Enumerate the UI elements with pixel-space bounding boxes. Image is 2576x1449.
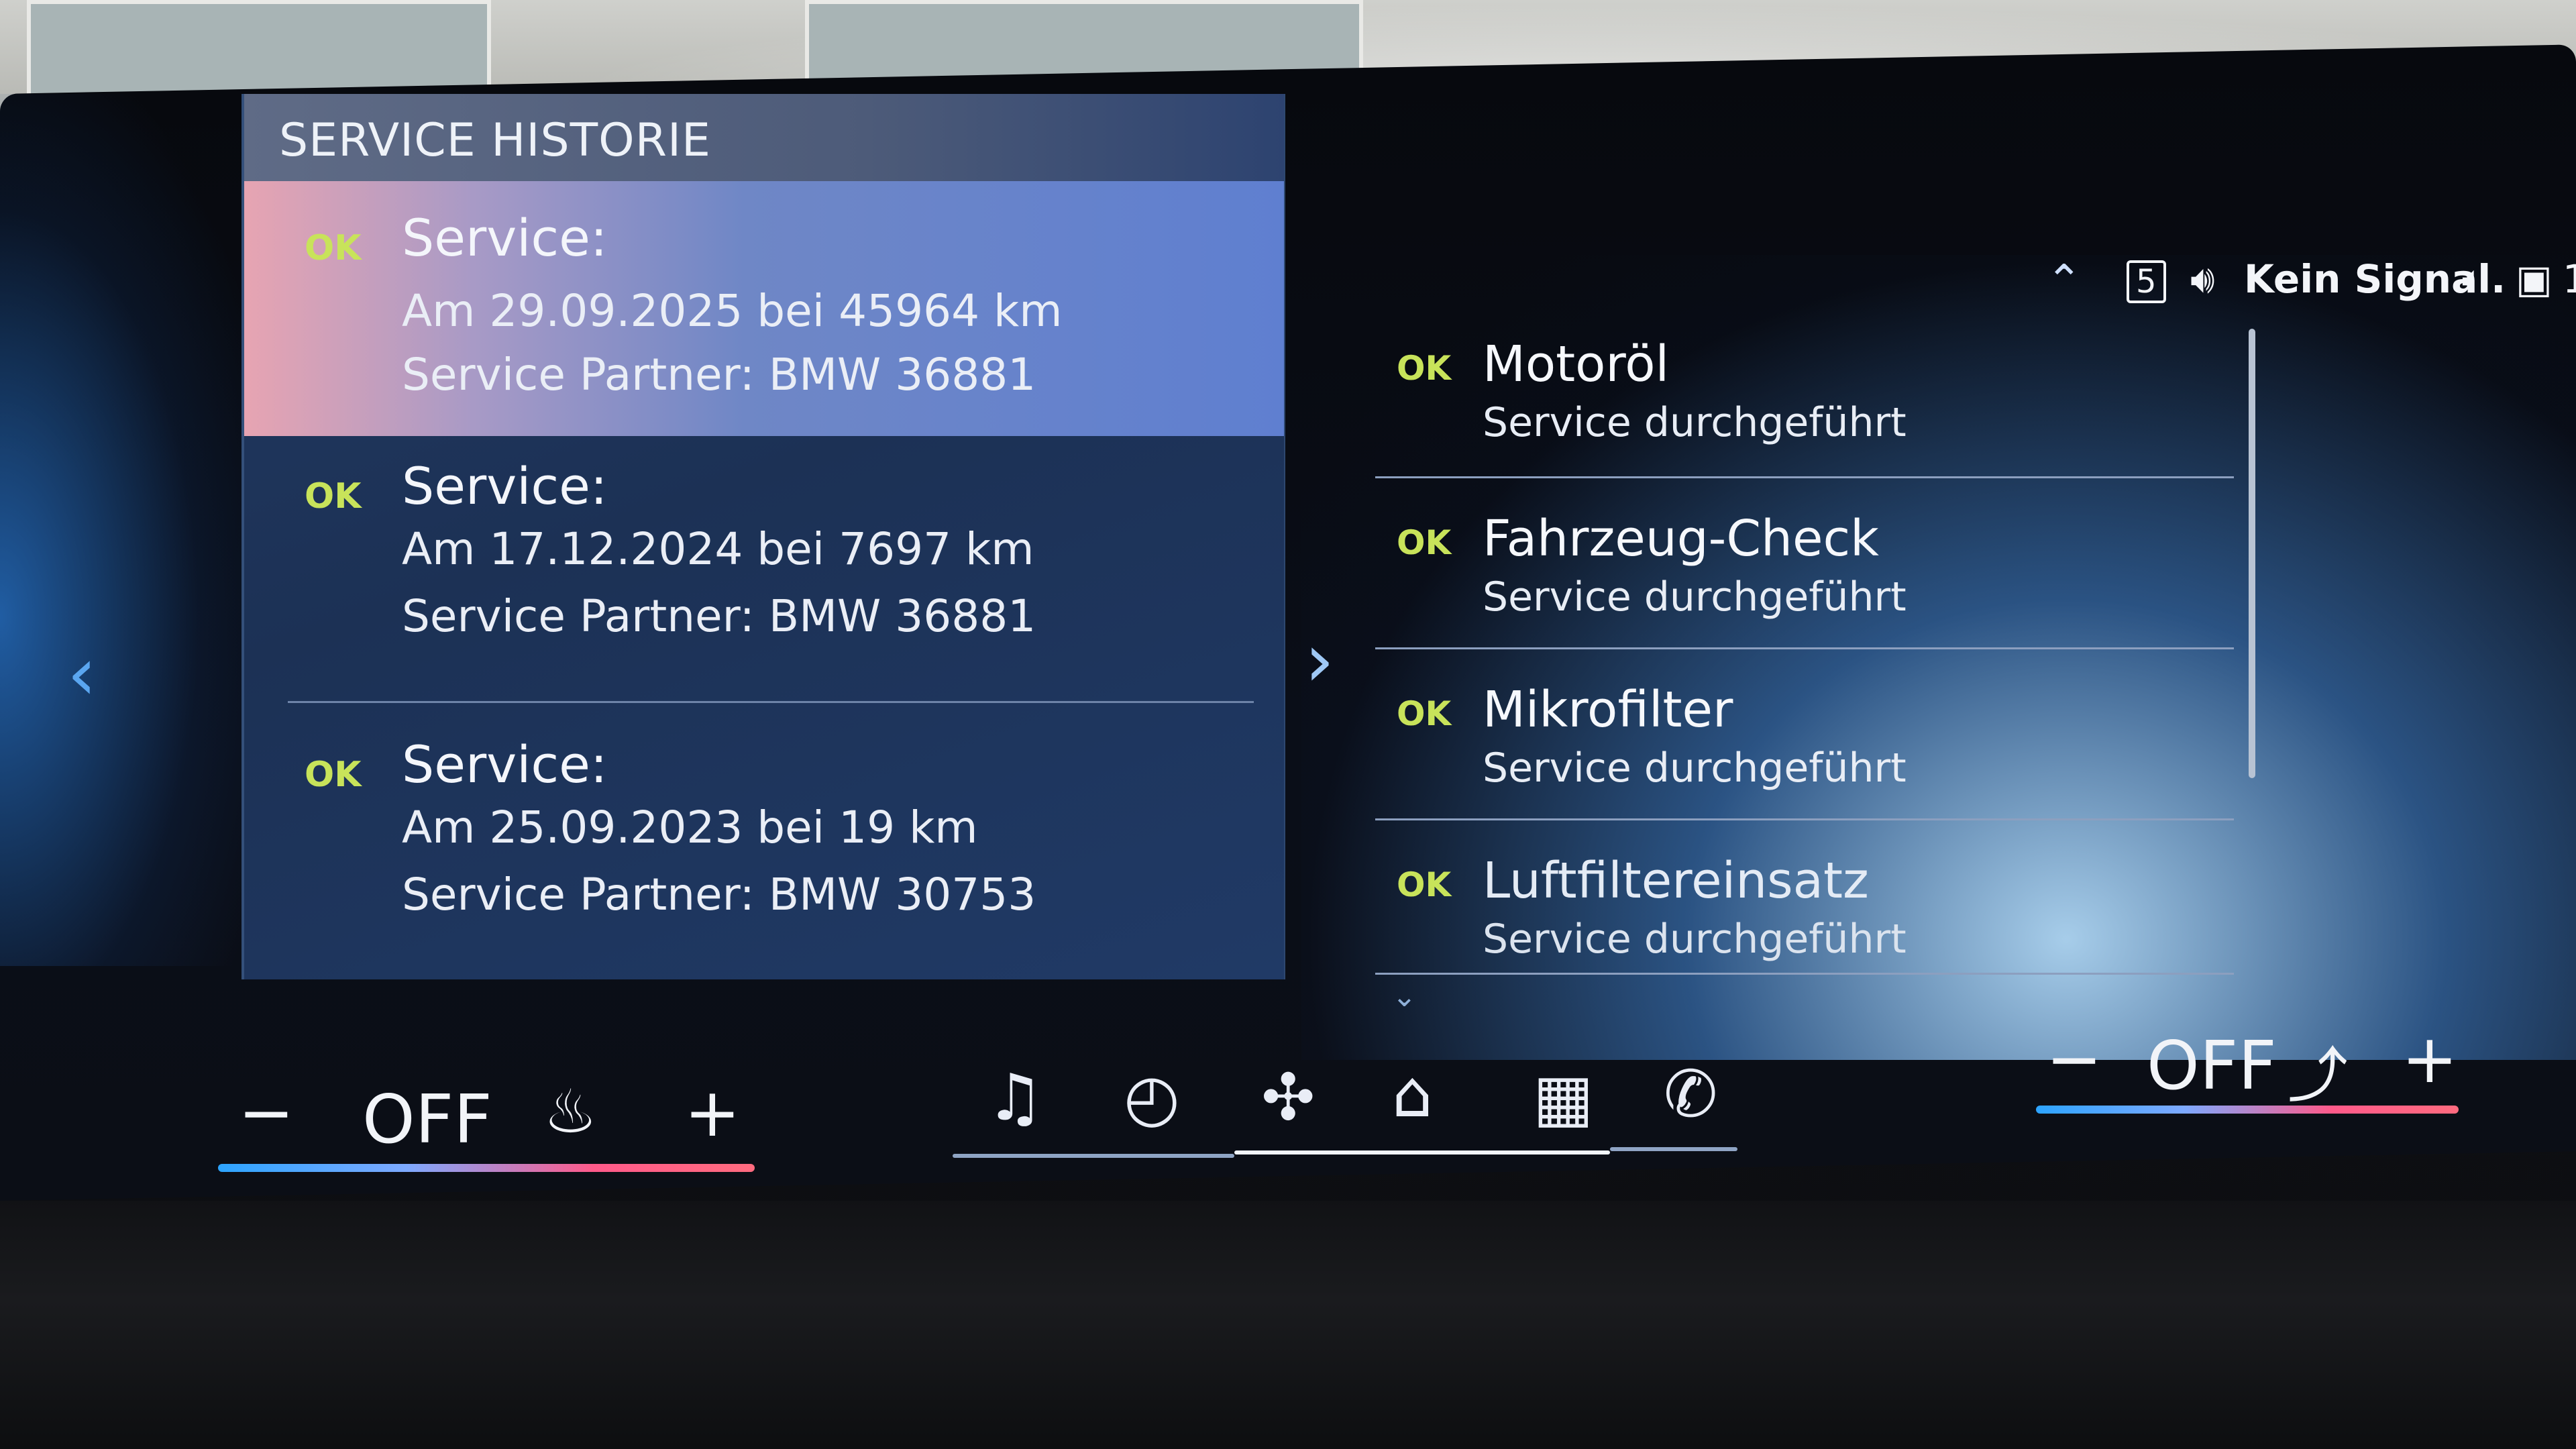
entry-date: Am 17.12.2024 bei 7697 km [402, 523, 1034, 575]
profile-icon[interactable]: ▣ [2516, 256, 2553, 302]
ok-badge: OK [305, 755, 362, 795]
left-temp-minus-button[interactable]: − [238, 1073, 294, 1152]
service-entry-3[interactable]: OK Service: Am 25.09.2023 bei 19 km Serv… [244, 704, 1284, 973]
service-details-list: OK Motoröl Service durchgeführt OK Fahrz… [1362, 295, 2267, 1033]
left-temperature-bar [218, 1164, 755, 1172]
service-entry-2[interactable]: OK Service: Am 17.12.2024 bei 7697 km Se… [244, 436, 1284, 704]
phone-icon[interactable]: ✆ [1664, 1057, 1717, 1132]
compass-icon[interactable]: ◴ [1124, 1060, 1180, 1135]
detail-divider [1375, 818, 2234, 820]
entry-date: Am 25.09.2023 bei 19 km [402, 802, 978, 853]
entry-divider [288, 701, 1254, 703]
home-icon[interactable]: ⌂ [1392, 1057, 1433, 1132]
detail-subtitle: Service durchgeführt [1483, 399, 1907, 446]
ok-badge: OK [305, 228, 362, 268]
entry-heading: Service: [402, 456, 608, 516]
chevron-down-icon[interactable]: ⌄ [1392, 979, 1417, 1014]
chevron-right-icon[interactable]: › [1305, 617, 1334, 703]
left-climate-off-button[interactable]: OFF [362, 1080, 492, 1159]
entry-date: Am 29.09.2025 bei 45964 km [402, 285, 1063, 337]
nav-underline [1610, 1147, 1737, 1151]
ok-badge: OK [1397, 865, 1452, 904]
profile-count: 1 [2563, 256, 2576, 302]
detail-subtitle: Service durchgeführt [1483, 745, 1907, 792]
chevron-left-icon[interactable]: ‹ [67, 631, 97, 716]
detail-divider [1375, 647, 2234, 649]
entry-partner: Service Partner: BMW 36881 [402, 349, 1036, 400]
ok-badge: OK [305, 476, 362, 517]
service-history-panel: SERVICE HISTORIE OK Service: Am 29.09.20… [241, 94, 1285, 979]
fan-icon[interactable]: ✣ [1261, 1060, 1315, 1135]
right-temp-plus-button[interactable]: + [2402, 1020, 2458, 1098]
detail-subtitle: Service durchgeführt [1483, 574, 1907, 621]
ok-badge: OK [1397, 523, 1452, 562]
detail-item-mikrofilter[interactable]: OK Mikrofilter Service durchgeführt [1362, 667, 2220, 835]
entry-heading: Service: [402, 735, 608, 794]
detail-item-motoroel[interactable]: OK Motoröl Service durchgeführt [1362, 322, 2220, 490]
right-temp-minus-button[interactable]: − [2046, 1020, 2102, 1098]
detail-title: Luftfiltereinsatz [1483, 852, 1869, 910]
dashboard-trim [0, 1201, 2576, 1449]
apps-grid-icon[interactable]: ▦ [1533, 1060, 1594, 1135]
display-glow-left [0, 94, 255, 966]
detail-divider [1375, 973, 2234, 975]
left-temp-plus-button[interactable]: + [684, 1073, 741, 1152]
nav-underline-active [1234, 1150, 1610, 1155]
detail-title: Mikrofilter [1483, 681, 1733, 739]
detail-title: Motoröl [1483, 335, 1670, 393]
ok-badge: OK [1397, 694, 1452, 733]
panel-title: SERVICE HISTORIE [244, 94, 1284, 181]
detail-item-luftfiltereinsatz[interactable]: OK Luftfiltereinsatz Service durchgeführ… [1362, 839, 2220, 1006]
music-note-icon[interactable]: ♫ [986, 1060, 1044, 1135]
bottom-control-bar: − OFF ♨ + ♫ ◴ ✣ ⌂ ▦ ✆ − OFF ⤴ + [0, 1020, 2576, 1221]
detail-divider [1375, 476, 2234, 478]
detail-title: Fahrzeug-Check [1483, 510, 1880, 568]
mute-icon: 🔈︎ [2462, 256, 2485, 302]
nav-underline [953, 1154, 1234, 1158]
details-scrollbar[interactable] [2249, 329, 2255, 778]
seat-ventilation-icon[interactable]: ⤴ [2288, 1026, 2348, 1114]
detail-item-fahrzeug-check[interactable]: OK Fahrzeug-Check Service durchgeführt [1362, 496, 2220, 664]
entry-partner: Service Partner: BMW 30753 [402, 869, 1036, 920]
entry-heading: Service: [402, 208, 608, 268]
right-temperature-bar [2036, 1106, 2459, 1114]
detail-subtitle: Service durchgeführt [1483, 916, 1907, 963]
right-climate-off-button[interactable]: OFF [2147, 1026, 2277, 1105]
ok-badge: OK [1397, 349, 1452, 388]
service-entry-1[interactable]: OK Service: Am 29.09.2025 bei 45964 km S… [244, 181, 1284, 436]
seat-heating-icon[interactable]: ♨ [543, 1077, 598, 1147]
entry-partner: Service Partner: BMW 36881 [402, 590, 1036, 642]
